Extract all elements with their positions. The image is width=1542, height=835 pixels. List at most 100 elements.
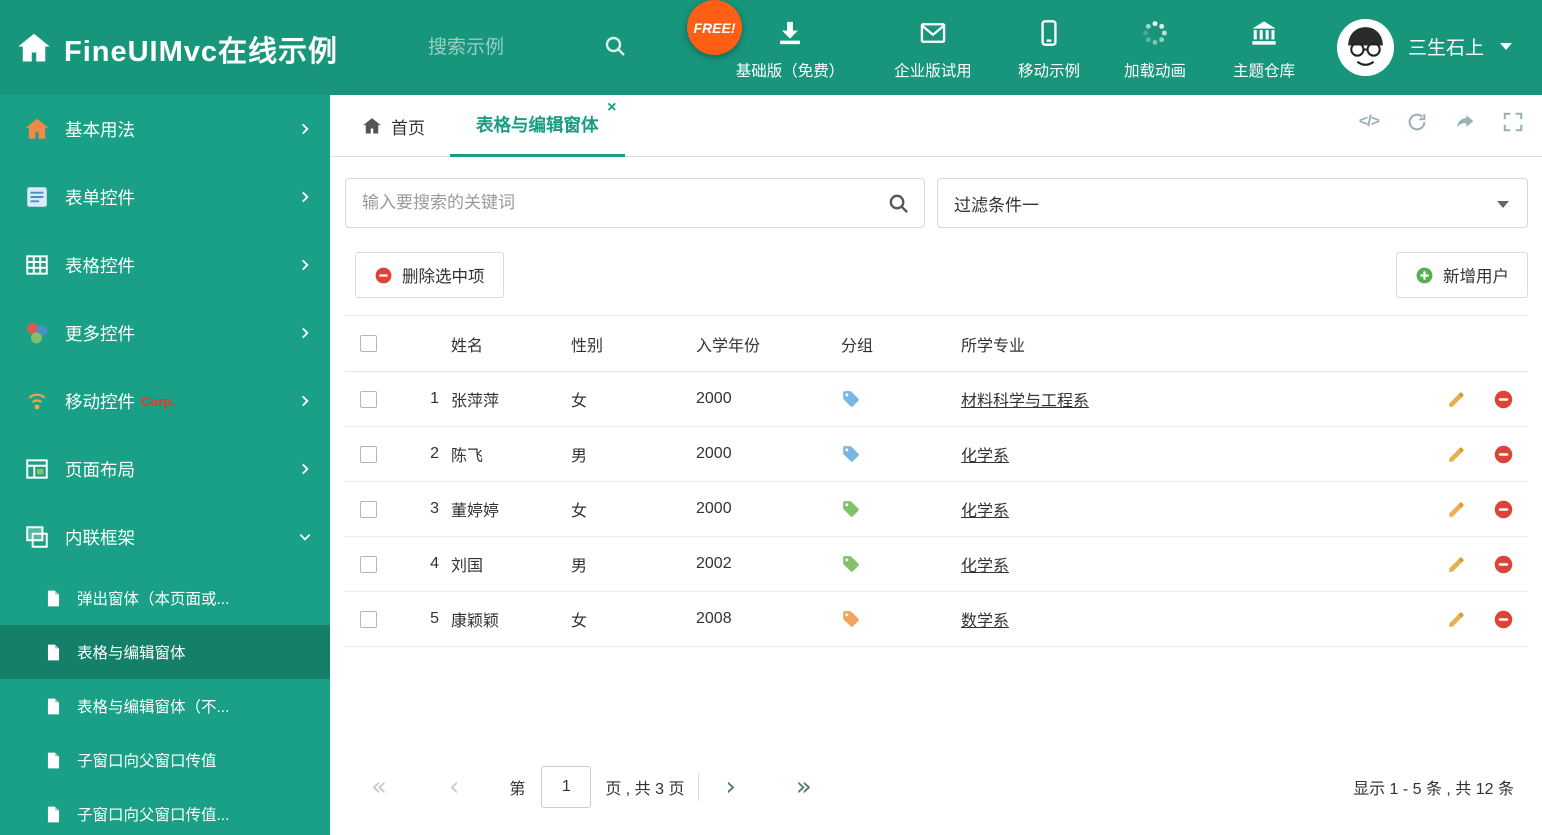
tab-label: 首页 xyxy=(391,118,425,138)
sidebar-item-iframe[interactable]: 内联框架 xyxy=(0,503,330,571)
cell-name: 康颖颖 xyxy=(451,613,500,630)
row-number: 3 xyxy=(430,500,439,517)
keyword-search-input[interactable] xyxy=(346,179,924,227)
sidebar-subitem-popup-window[interactable]: 弹出窗体（本页面或... xyxy=(0,571,330,625)
first-page-icon[interactable]: « xyxy=(371,774,387,800)
file-icon xyxy=(44,643,63,662)
sidebar-subitem-label: 子窗口向父窗口传值... xyxy=(77,807,230,824)
sidebar-item-form[interactable]: 表单控件 xyxy=(0,163,330,231)
add-user-button[interactable]: 新增用户 xyxy=(1396,252,1528,298)
download-icon xyxy=(776,19,804,47)
corp-badge: Corp. xyxy=(141,393,175,409)
sidebar-subitem-child-to-parent-2[interactable]: 子窗口向父窗口传值... xyxy=(0,787,330,835)
major-link[interactable]: 化学系 xyxy=(961,552,1009,576)
table-row: 2 陈飞 男 2000 化学系 xyxy=(345,427,1528,482)
tab-label: 表格与编辑窗体 xyxy=(476,115,599,135)
search-icon[interactable] xyxy=(603,34,627,58)
sidebar-item-basic[interactable]: 基本用法 xyxy=(0,95,330,163)
sidebar-subitem-grid-edit-window[interactable]: 表格与编辑窗体 xyxy=(0,625,330,679)
row-number: 4 xyxy=(430,555,439,572)
cell-name: 张萍萍 xyxy=(451,393,500,410)
home-icon[interactable] xyxy=(16,30,52,66)
user-name[interactable]: 三生石上 xyxy=(1408,33,1484,60)
chevron-right-icon xyxy=(298,326,312,340)
sidebar-item-label: 内联框架 xyxy=(65,527,135,548)
expand-icon[interactable] xyxy=(1502,111,1524,133)
row-number: 2 xyxy=(430,445,439,462)
row-number: 1 xyxy=(430,390,439,407)
header-search-input[interactable] xyxy=(428,30,588,66)
cell-year: 2008 xyxy=(696,610,732,627)
last-page-icon[interactable]: » xyxy=(796,774,812,800)
delete-icon[interactable] xyxy=(1493,499,1514,520)
prev-page-icon[interactable]: ‹ xyxy=(449,774,459,800)
chevron-right-icon xyxy=(298,462,312,476)
sidebar-item-more[interactable]: 更多控件 xyxy=(0,299,330,367)
next-page-icon[interactable]: › xyxy=(725,774,735,800)
envelope-icon xyxy=(919,19,947,47)
widgets-icon xyxy=(24,320,50,346)
edit-icon[interactable] xyxy=(1446,499,1467,520)
page-prefix-label: 第 xyxy=(509,781,526,798)
nav-theme-store[interactable]: 主题仓库 xyxy=(1194,19,1334,81)
user-avatar[interactable] xyxy=(1337,19,1394,76)
edit-icon[interactable] xyxy=(1446,444,1467,465)
major-link[interactable]: 材料科学与工程系 xyxy=(961,387,1089,411)
chevron-down-icon xyxy=(298,530,312,544)
select-all-checkbox[interactable] xyxy=(360,335,377,352)
sidebar-item-label: 基本用法 xyxy=(65,119,135,140)
record-summary: 显示 1 - 5 条 , 共 12 条 xyxy=(1353,781,1514,798)
sidebar-item-mobile[interactable]: 移动控件 Corp. xyxy=(0,367,330,435)
sidebar-item-layout[interactable]: 页面布局 xyxy=(0,435,330,503)
share-icon[interactable] xyxy=(1454,111,1476,133)
row-checkbox[interactable] xyxy=(360,445,377,463)
edit-icon[interactable] xyxy=(1446,389,1467,410)
edit-icon[interactable] xyxy=(1446,554,1467,575)
cell-name: 刘国 xyxy=(451,558,484,575)
filter-dropdown[interactable]: 过滤条件一 xyxy=(937,178,1528,228)
mobile-icon xyxy=(1035,19,1063,47)
major-link[interactable]: 化学系 xyxy=(961,497,1009,521)
tab-home[interactable]: 首页 xyxy=(362,95,425,157)
major-link[interactable]: 化学系 xyxy=(961,442,1009,466)
delete-icon[interactable] xyxy=(1493,444,1514,465)
delete-icon[interactable] xyxy=(1493,389,1514,410)
sidebar-subitem-label: 表格与编辑窗体 xyxy=(77,645,186,662)
chevron-down-icon xyxy=(1497,201,1509,208)
spinner-icon xyxy=(1141,19,1169,47)
row-checkbox[interactable] xyxy=(360,500,377,518)
cell-gender: 女 xyxy=(571,503,588,520)
refresh-icon[interactable] xyxy=(1406,111,1428,133)
header-group: 分组 xyxy=(841,337,874,355)
close-icon[interactable]: × xyxy=(607,100,616,116)
row-checkbox[interactable] xyxy=(360,610,377,628)
sidebar-item-grid[interactable]: 表格控件 xyxy=(0,231,330,299)
tag-icon xyxy=(841,499,861,519)
file-icon xyxy=(44,589,63,608)
cell-gender: 男 xyxy=(571,558,588,575)
header-year: 入学年份 xyxy=(696,337,761,355)
mobile-signal-icon xyxy=(24,388,50,414)
sidebar-subitem-child-to-parent[interactable]: 子窗口向父窗口传值 xyxy=(0,733,330,787)
major-link[interactable]: 数学系 xyxy=(961,607,1009,631)
code-icon[interactable]: </> xyxy=(1358,111,1380,133)
delete-selected-button[interactable]: 删除选中项 xyxy=(355,252,504,298)
search-icon[interactable] xyxy=(887,192,910,215)
delete-icon[interactable] xyxy=(1493,554,1514,575)
sidebar-subitem-grid-edit-window-2[interactable]: 表格与编辑窗体（不... xyxy=(0,679,330,733)
nav-label: 基础版（免费） xyxy=(735,63,845,80)
file-icon xyxy=(44,805,63,824)
cell-name: 董婷婷 xyxy=(451,503,500,520)
cell-year: 2000 xyxy=(696,390,732,407)
layout-icon xyxy=(24,456,50,482)
edit-icon[interactable] xyxy=(1446,609,1467,630)
row-checkbox[interactable] xyxy=(360,390,377,408)
tab-grid-edit-window[interactable]: 表格与编辑窗体 × xyxy=(450,95,625,157)
row-checkbox[interactable] xyxy=(360,555,377,573)
cell-year: 2000 xyxy=(696,500,732,517)
app-title: FineUIMvc在线示例 xyxy=(64,36,339,68)
sidebar-item-label: 表格控件 xyxy=(65,255,135,276)
page-number-input[interactable] xyxy=(541,766,592,808)
delete-icon[interactable] xyxy=(1493,609,1514,630)
app-header: FineUIMvc在线示例 FREE! 基础版（免费） 企业版试用 移动示例 加… xyxy=(0,0,1542,95)
